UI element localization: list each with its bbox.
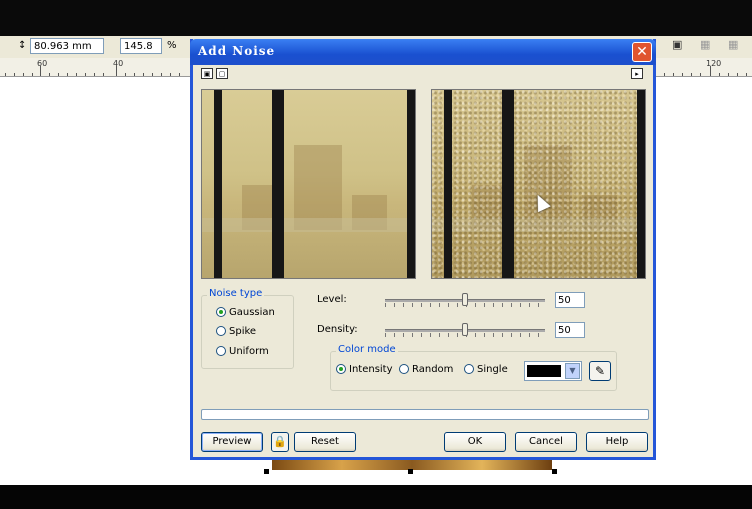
lock-icon[interactable]: 🔒 <box>271 432 289 452</box>
cancel-button[interactable]: Cancel <box>515 432 577 452</box>
ruler-label: 60 <box>37 59 48 68</box>
selection-handle[interactable] <box>408 469 413 474</box>
radio-label: Gaussian <box>229 307 275 318</box>
align-icon: ▦ <box>700 38 711 51</box>
chevron-down-icon[interactable]: ▼ <box>565 363 580 379</box>
noise-type-label: Noise type <box>207 288 265 299</box>
expand-icon[interactable]: ▸ <box>631 68 643 79</box>
ok-button[interactable]: OK <box>444 432 506 452</box>
radio-single[interactable]: Single <box>464 364 508 375</box>
add-noise-dialog: Add Noise ✕ ▣ ▢ ▸ Noise type Gaussian Sp… <box>190 39 656 460</box>
level-slider-thumb[interactable] <box>462 293 468 306</box>
noise-type-group: Noise type Gaussian Spike Uniform <box>201 288 294 369</box>
ruler-label: 40 <box>113 59 124 68</box>
radio-label: Random <box>412 364 454 375</box>
top-letterbox <box>0 0 752 36</box>
dialog-titlebar[interactable]: Add Noise ✕ <box>190 39 656 65</box>
width-field[interactable]: 80.963 mm <box>30 38 104 54</box>
original-preview[interactable] <box>201 89 416 279</box>
single-preview-icon[interactable]: ▢ <box>216 68 228 79</box>
level-label: Level: <box>317 294 347 305</box>
radio-intensity[interactable]: Intensity <box>336 364 393 375</box>
scale-unit: % <box>167 40 177 51</box>
progress-bar <box>201 409 649 420</box>
density-input[interactable]: 50 <box>555 322 585 338</box>
radio-label: Single <box>477 364 508 375</box>
dual-preview-icon[interactable]: ▣ <box>201 68 213 79</box>
radio-label: Intensity <box>349 364 393 375</box>
density-slider-thumb[interactable] <box>462 323 468 336</box>
close-button[interactable]: ✕ <box>632 42 652 62</box>
reset-button[interactable]: Reset <box>294 432 356 452</box>
radio-random[interactable]: Random <box>399 364 453 375</box>
help-button[interactable]: Help <box>586 432 648 452</box>
close-icon: ✕ <box>636 44 648 60</box>
color-picker-dropdown[interactable]: ▼ <box>524 361 582 381</box>
selection-handle[interactable] <box>264 469 269 474</box>
preview-button[interactable]: Preview <box>201 432 263 452</box>
dialog-title: Add Noise <box>198 44 276 58</box>
eyedropper-icon[interactable]: ✎ <box>589 361 611 381</box>
radio-spike[interactable]: Spike <box>216 326 256 337</box>
color-swatch <box>527 365 561 377</box>
ruler-label: 120 <box>706 59 722 68</box>
density-label: Density: <box>317 324 358 335</box>
order-icon: ▦ <box>728 38 739 51</box>
radio-label: Uniform <box>229 346 269 357</box>
scale-field[interactable]: 145.8 <box>120 38 162 54</box>
level-input[interactable]: 50 <box>555 292 585 308</box>
radio-gaussian[interactable]: Gaussian <box>216 307 275 318</box>
radio-label: Spike <box>229 326 257 337</box>
color-mode-label: Color mode <box>336 344 398 355</box>
color-mode-group: Color mode Intensity Random Single ▼ ✎ <box>330 344 617 391</box>
bottom-letterbox <box>0 485 752 509</box>
radio-uniform[interactable]: Uniform <box>216 346 269 357</box>
mirror-icon[interactable]: ▣ <box>672 38 682 51</box>
height-icon: ↕ <box>18 40 27 51</box>
selection-handle[interactable] <box>552 469 557 474</box>
result-preview[interactable] <box>431 89 646 279</box>
